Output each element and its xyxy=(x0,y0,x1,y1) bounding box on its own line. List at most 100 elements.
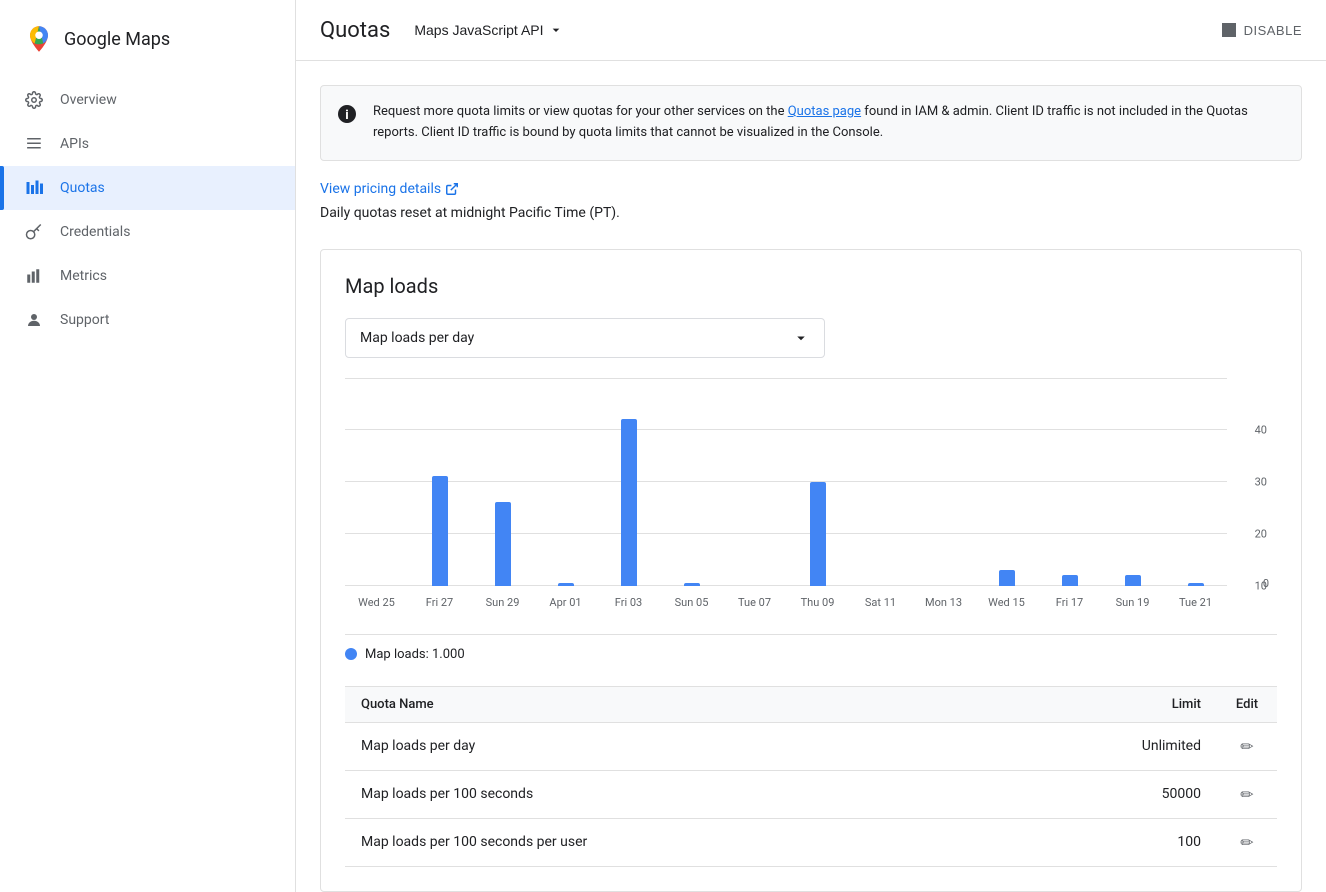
bar xyxy=(810,482,826,586)
bar-group xyxy=(912,378,975,586)
bar-group xyxy=(1164,378,1227,586)
grid-label-0: 0 xyxy=(1263,577,1269,590)
quota-table-body: Map loads per dayUnlimited✏Map loads per… xyxy=(345,722,1277,866)
bar-x-label: Sun 29 xyxy=(486,596,520,609)
bar-x-label: Apr 01 xyxy=(549,596,581,609)
bar-group xyxy=(786,378,849,586)
bar-x-label: Tue 07 xyxy=(738,596,771,609)
bar-group xyxy=(471,378,534,586)
bar xyxy=(1062,575,1078,585)
table-row: Map loads per 100 seconds per user100✏ xyxy=(345,818,1277,866)
person-icon xyxy=(24,310,44,330)
quota-edit-cell: ✏ xyxy=(1217,818,1277,866)
bar-group xyxy=(345,378,408,586)
main-content-area: i Request more quota limits or view quot… xyxy=(296,61,1326,892)
disable-button[interactable]: DISABLE xyxy=(1222,23,1302,38)
sidebar-item-apis[interactable]: APIs xyxy=(0,122,295,166)
bar xyxy=(558,583,574,586)
bar xyxy=(684,583,700,586)
bar-group xyxy=(849,378,912,586)
bar xyxy=(495,502,511,585)
chart-section: Map loads Map loads per day 40 xyxy=(320,249,1302,892)
google-maps-logo-icon xyxy=(24,24,54,54)
chart-dropdown[interactable]: Map loads per day xyxy=(345,318,825,358)
page-title: Quotas xyxy=(320,18,390,43)
bar xyxy=(621,419,637,585)
main-header: Quotas Maps JavaScript API DISABLE xyxy=(296,0,1326,61)
bar-x-label: Sun 05 xyxy=(675,596,709,609)
daily-reset-text: Daily quotas reset at midnight Pacific T… xyxy=(320,205,1302,221)
sidebar-item-support[interactable]: Support xyxy=(0,298,295,342)
header-left: Quotas Maps JavaScript API xyxy=(320,16,572,44)
bar-group xyxy=(975,378,1038,586)
key-icon xyxy=(24,222,44,242)
sidebar-item-label-metrics: Metrics xyxy=(60,268,107,284)
quotas-icon xyxy=(24,178,44,198)
grid-label-40: 40 xyxy=(1255,423,1267,436)
sidebar-item-credentials[interactable]: Credentials xyxy=(0,210,295,254)
app-title: Google Maps xyxy=(64,29,170,50)
chart-section-title: Map loads xyxy=(345,274,1277,298)
bar-group xyxy=(1038,378,1101,586)
bar xyxy=(999,570,1015,586)
settings-icon xyxy=(24,90,44,110)
bar-x-label: Mon 13 xyxy=(925,596,962,609)
svg-text:i: i xyxy=(345,108,348,123)
sidebar-item-metrics[interactable]: Metrics xyxy=(0,254,295,298)
list-icon xyxy=(24,134,44,154)
bar xyxy=(1188,583,1204,586)
sidebar: Google Maps Overview xyxy=(0,0,296,892)
table-header-row: Quota Name Limit Edit xyxy=(345,686,1277,722)
sidebar-item-label-quotas: Quotas xyxy=(60,180,105,196)
col-header-name: Quota Name xyxy=(345,686,1097,722)
chevron-down-icon xyxy=(548,22,564,38)
info-banner-text: Request more quota limits or view quotas… xyxy=(373,102,1285,144)
bar-x-label: Wed 15 xyxy=(988,596,1025,609)
bar-chart-icon xyxy=(24,266,44,286)
legend-text: Map loads: 1.000 xyxy=(365,647,465,662)
sidebar-item-quotas[interactable]: Quotas xyxy=(0,166,295,210)
quota-table-header: Quota Name Limit Edit xyxy=(345,686,1277,722)
bar-x-label: Fri 17 xyxy=(1056,596,1083,609)
disable-icon xyxy=(1222,23,1236,37)
sidebar-item-label-overview: Overview xyxy=(60,92,117,108)
bar-group xyxy=(597,378,660,586)
bar-group xyxy=(723,378,786,586)
disable-button-label: DISABLE xyxy=(1244,23,1302,38)
edit-button[interactable]: ✏ xyxy=(1240,737,1253,756)
quota-limit-cell: Unlimited xyxy=(1097,722,1217,770)
bar-chart-container: 40 30 20 10 W xyxy=(345,378,1277,618)
bar-group xyxy=(660,378,723,586)
main-content: Quotas Maps JavaScript API DISABLE i Req… xyxy=(296,0,1326,892)
api-selector-button[interactable]: Maps JavaScript API xyxy=(406,16,571,44)
quota-edit-cell: ✏ xyxy=(1217,722,1277,770)
chart-legend: Map loads: 1.000 xyxy=(345,634,1277,674)
quota-table: Quota Name Limit Edit Map loads per dayU… xyxy=(345,686,1277,867)
bar xyxy=(432,476,448,585)
bar-x-label: Thu 09 xyxy=(801,596,835,609)
bar-x-label: Tue 21 xyxy=(1179,596,1212,609)
table-row: Map loads per dayUnlimited ✏ xyxy=(345,722,1277,770)
quota-name-cell: Map loads per 100 seconds per user xyxy=(345,818,1097,866)
quotas-page-link[interactable]: Quotas page xyxy=(788,104,861,119)
bar-x-label: Fri 27 xyxy=(426,596,453,609)
bar-x-label: Wed 25 xyxy=(358,596,395,609)
quota-name-cell: Map loads per day xyxy=(345,722,1097,770)
bar-group xyxy=(534,378,597,586)
edit-button[interactable]: ✏ xyxy=(1240,785,1253,804)
bar xyxy=(1125,575,1141,585)
legend-dot xyxy=(345,648,357,660)
bars-container xyxy=(345,378,1227,586)
view-pricing-link[interactable]: View pricing details xyxy=(320,181,1302,197)
edit-button[interactable]: ✏ xyxy=(1240,833,1253,852)
dropdown-chevron-icon xyxy=(792,329,810,347)
bar-group xyxy=(408,378,471,586)
chart-inner: 40 30 20 10 W xyxy=(345,378,1227,618)
grid-label-30: 30 xyxy=(1255,475,1267,488)
quota-name-cell: Map loads per 100 seconds xyxy=(345,770,1097,818)
sidebar-logo: Google Maps xyxy=(0,16,295,78)
sidebar-nav: Overview APIs xyxy=(0,78,295,342)
info-text-before-link: Request more quota limits or view quotas… xyxy=(373,104,788,119)
sidebar-item-overview[interactable]: Overview xyxy=(0,78,295,122)
quota-limit-cell: 50000 xyxy=(1097,770,1217,818)
